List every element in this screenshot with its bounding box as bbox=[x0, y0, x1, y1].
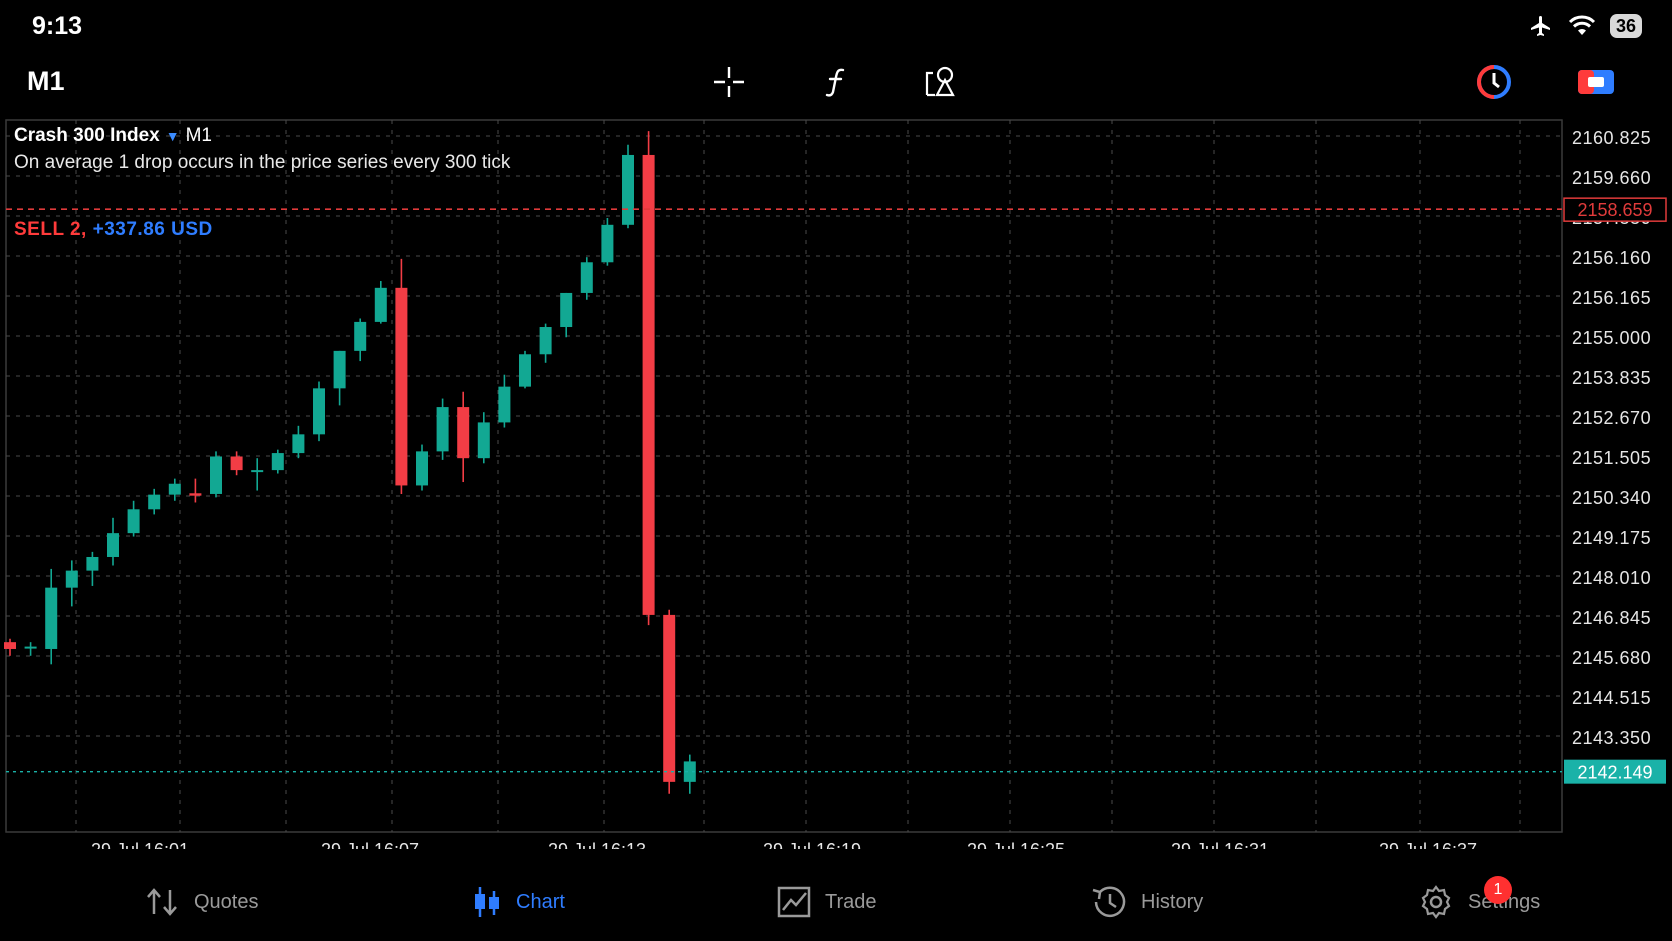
status-icons: 36 bbox=[1528, 14, 1642, 38]
price-tick-label: 2149.175 bbox=[1572, 528, 1651, 548]
chart-timeframe-label: M1 bbox=[185, 125, 213, 146]
price-tick-label: 2150.340 bbox=[1572, 488, 1651, 508]
chart-toolbar: M1 bbox=[0, 52, 1672, 114]
candle-body bbox=[519, 354, 531, 387]
candle-body bbox=[168, 483, 181, 495]
price-tick-label: 2145.680 bbox=[1572, 648, 1651, 668]
price-chart[interactable]: 2160.8252159.6602157.3302156.1602156.165… bbox=[0, 116, 1672, 849]
price-tick-label: 2153.835 bbox=[1572, 368, 1651, 388]
candle-body bbox=[292, 434, 305, 454]
account-icon[interactable] bbox=[1576, 62, 1616, 102]
candle-body bbox=[313, 388, 325, 435]
trade-icon bbox=[777, 886, 811, 918]
time-tick-label: 29 Jul 16:37 bbox=[1379, 840, 1477, 849]
candle-body bbox=[251, 470, 264, 473]
candle-body bbox=[436, 407, 449, 452]
candle-body bbox=[45, 587, 58, 649]
price-tick-label: 2148.010 bbox=[1572, 568, 1651, 588]
status-time: 9:13 bbox=[32, 12, 83, 40]
candle-body bbox=[560, 292, 573, 328]
time-tick-label: 29 Jul 16:25 bbox=[967, 840, 1065, 849]
tab-quotes[interactable]: Quotes bbox=[144, 880, 258, 924]
price-tick-label: 2155.000 bbox=[1572, 328, 1651, 348]
quotes-icon bbox=[147, 888, 177, 916]
position-side: SELL 2, bbox=[14, 219, 87, 240]
chart-canvas[interactable]: 2160.8252159.6602157.3302156.1602156.165… bbox=[0, 116, 1672, 849]
symbol-description: On average 1 drop occurs in the price se… bbox=[14, 152, 511, 173]
candle-body bbox=[580, 262, 593, 293]
chart-frame bbox=[5, 119, 1563, 833]
symbol-name[interactable]: Crash 300 Index bbox=[14, 125, 160, 146]
price-tick-label: 2159.660 bbox=[1572, 168, 1651, 188]
candle-body bbox=[107, 533, 119, 557]
bottom-nav: Quotes Chart Trade History Settings bbox=[0, 870, 1672, 941]
price-tick-label: 2152.670 bbox=[1572, 408, 1651, 428]
price-tick-label: 2144.515 bbox=[1572, 688, 1651, 708]
candle-body bbox=[148, 494, 161, 510]
status-bar: 9:13 36 bbox=[0, 0, 1672, 52]
price-tick-label: 2146.845 bbox=[1572, 608, 1651, 628]
candle-body bbox=[230, 456, 243, 471]
candle-body bbox=[333, 350, 346, 389]
candle-body bbox=[498, 386, 511, 423]
candle-body bbox=[395, 287, 408, 486]
candle-body bbox=[210, 456, 222, 494]
candle-body bbox=[601, 224, 614, 263]
tab-chart[interactable]: Chart bbox=[472, 880, 565, 924]
price-tick-label: 2143.350 bbox=[1572, 728, 1651, 748]
history-icon bbox=[1092, 886, 1126, 918]
position-profit: +337.86 USD bbox=[92, 219, 213, 240]
candle-body bbox=[477, 422, 490, 459]
bid-price-label: 2142.149 bbox=[1577, 763, 1652, 783]
candle-body bbox=[416, 451, 428, 486]
tab-quotes-label: Quotes bbox=[194, 890, 259, 913]
tab-chart-label: Chart bbox=[516, 890, 565, 913]
trade-session-icon[interactable] bbox=[1474, 62, 1514, 102]
candle-body bbox=[663, 614, 676, 782]
chart-symbol-header: Crash 300 Index ▼ M1 bbox=[14, 125, 212, 147]
wifi-icon bbox=[1568, 15, 1596, 35]
candle-body bbox=[65, 570, 78, 588]
indicator-icon[interactable] bbox=[817, 62, 857, 102]
candle-body bbox=[457, 407, 470, 459]
candle-body bbox=[127, 509, 140, 534]
open-position-label[interactable]: SELL 2, +337.86 USD bbox=[14, 219, 213, 241]
tab-history-label: History bbox=[1141, 890, 1204, 913]
price-tick-label: 2156.160 bbox=[1572, 248, 1651, 268]
price-tick-label: 2160.825 bbox=[1572, 128, 1651, 148]
time-tick-label: 29 Jul 16:31 bbox=[1171, 840, 1269, 849]
candle-body bbox=[622, 154, 634, 225]
candle-body bbox=[642, 154, 655, 615]
settings-notification-badge: 1 bbox=[1484, 876, 1512, 904]
price-tick-label: 2156.165 bbox=[1572, 288, 1651, 308]
chart-icon bbox=[475, 887, 499, 917]
time-tick-label: 29 Jul 16:01 bbox=[91, 840, 189, 849]
candle-body bbox=[271, 453, 284, 471]
time-tick-label: 29 Jul 16:19 bbox=[763, 840, 861, 849]
candle-body bbox=[24, 646, 37, 649]
airplane-mode-icon bbox=[1530, 16, 1550, 36]
battery-indicator: 36 bbox=[1609, 14, 1642, 38]
timeframe-button[interactable]: M1 bbox=[27, 66, 65, 97]
candle-body bbox=[189, 493, 202, 496]
symbol-dropdown-icon[interactable]: ▼ bbox=[166, 128, 180, 144]
candle-body bbox=[4, 642, 16, 649]
candle-body bbox=[86, 556, 99, 571]
gear-icon bbox=[1421, 885, 1451, 919]
objects-icon[interactable] bbox=[922, 62, 962, 102]
price-tick-label: 2151.505 bbox=[1572, 448, 1651, 468]
candle-body bbox=[539, 327, 552, 355]
tab-history[interactable]: History bbox=[1089, 880, 1203, 924]
crosshair-icon[interactable] bbox=[709, 62, 749, 102]
time-tick-label: 29 Jul 16:07 bbox=[321, 840, 419, 849]
candle-body bbox=[354, 321, 367, 351]
tab-trade-label: Trade bbox=[825, 890, 877, 913]
tab-trade[interactable]: Trade bbox=[777, 880, 877, 924]
time-tick-label: 29 Jul 16:13 bbox=[548, 840, 646, 849]
candle-body bbox=[374, 287, 387, 322]
sell-price-label: 2158.659 bbox=[1577, 200, 1652, 220]
tab-settings[interactable]: Settings bbox=[1418, 880, 1540, 924]
